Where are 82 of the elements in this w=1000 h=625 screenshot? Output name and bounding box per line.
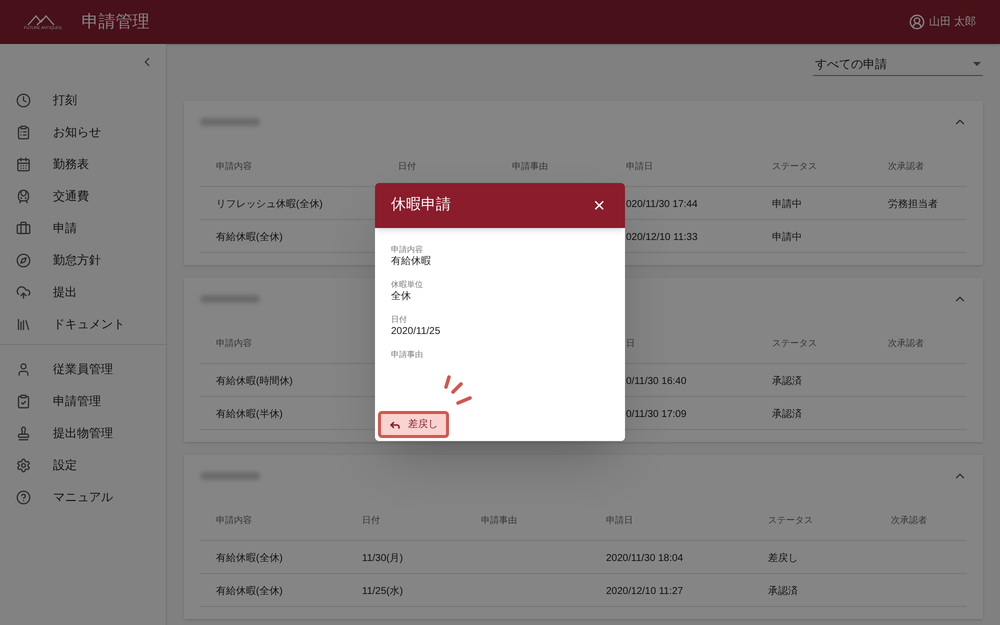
column-header: 日付 [398,160,416,170]
clipboard-icon [16,124,31,140]
sidebar-item[interactable]: 申請管理 [0,385,166,417]
field-label: 日付 [391,314,408,325]
column-header: 次承認者 [888,160,924,170]
blurred-title [200,472,260,480]
send-back-button[interactable]: 差戻し [378,411,449,438]
page-title: 申請管理 [82,11,150,34]
compass-icon [16,252,31,268]
table-cell: 020/11/30 17:44 [626,199,698,210]
table-cell: 申請中 [772,232,802,243]
settings-icon [16,458,31,472]
table-cell: 0/11/30 16:40 [626,376,686,387]
library-icon [16,316,31,332]
column-header: 日付 [362,514,380,524]
column-header: 申請事由 [481,514,517,524]
person-icon [16,362,31,376]
field-value: 有給休暇 [391,255,432,268]
sidebar-item[interactable]: 申請 [0,212,166,244]
sidebar-item[interactable]: 提出 [0,276,166,308]
column-header: ステータス [772,338,817,348]
field-label: 申請内容 [391,244,424,255]
sidebar-item[interactable]: マニュアル [0,481,166,513]
blurred-title [200,295,260,303]
column-header: 申請日 [626,160,653,170]
table-cell: 有給休暇(全休) [216,553,283,564]
close-button[interactable]: × [589,196,609,216]
table-cell: 有給休暇(半休) [216,409,283,420]
table-cell: 労務担当者 [888,199,938,210]
table-cell: 承認済 [772,376,802,387]
sidebar-item[interactable]: お知らせ [0,116,166,148]
sidebar-item[interactable]: ドキュメント [0,308,166,340]
column-header: 日 [626,338,635,348]
table-cell: 2020/11/30 18:04 [606,553,684,564]
table-cell: 有給休暇(全休) [216,586,283,597]
help-icon [16,490,31,504]
clock-icon [16,92,31,108]
clipboard-check-icon [16,394,31,408]
filter-select[interactable]: すべての申請 [813,52,983,76]
table-cell: 有給休暇(全休) [216,232,283,243]
table-cell: 020/12/10 11:33 [626,232,698,243]
sidebar-item[interactable]: 勤怠方針 [0,244,166,276]
column-header: 申請内容 [216,160,252,170]
table-cell: 有給休暇(時間休) [216,376,293,387]
column-header: ステータス [768,514,813,524]
table-cell: 0/11/30 17:09 [626,409,686,420]
calendar-icon [16,156,31,172]
column-header: ステータス [772,160,817,170]
cloud-upload-icon [16,284,31,300]
column-header: 申請日 [606,514,633,524]
table-cell: 差戻し [768,553,798,564]
field-label: 休暇単位 [391,279,424,290]
blurred-title [200,118,260,126]
dialog-title: 休暇申請 [391,195,451,216]
table-cell: 2020/12/10 11:27 [606,586,684,597]
user-avatar-icon[interactable] [908,14,925,30]
sidebar-item[interactable]: 設定 [0,449,166,481]
table-cell: 申請中 [772,199,802,210]
column-header: 次承認者 [888,338,924,348]
column-header: 申請事由 [512,160,548,170]
sidebar-item[interactable]: 勤務表 [0,148,166,180]
emphasis-marks-drawing [443,375,475,407]
sidebar-item[interactable]: 従業員管理 [0,353,166,385]
sidebar-item[interactable]: 打刻 [0,84,166,116]
sidebar-item[interactable]: 提出物管理 [0,417,166,449]
sidebar-item[interactable]: 交通費 [0,180,166,212]
table-cell: 承認済 [772,409,802,420]
table-cell: 承認済 [768,586,798,597]
stamp-icon [16,426,31,440]
column-header: 申請内容 [216,338,252,348]
briefcase-icon [16,220,31,236]
user-name[interactable]: 山田 太郎 [928,14,976,30]
table-cell: 11/25(水) [362,586,403,597]
dropdown-caret-icon [973,62,981,66]
column-header: 次承認者 [891,514,927,524]
field-value: 2020/11/25 [391,325,442,338]
table-cell: 11/30(月) [362,553,403,564]
train-icon [16,188,31,204]
field-label: 申請事由 [391,349,424,360]
table-cell: リフレッシュ休暇(全休) [216,199,323,210]
column-header: 申請内容 [216,514,252,524]
field-value: 全休 [391,290,412,303]
